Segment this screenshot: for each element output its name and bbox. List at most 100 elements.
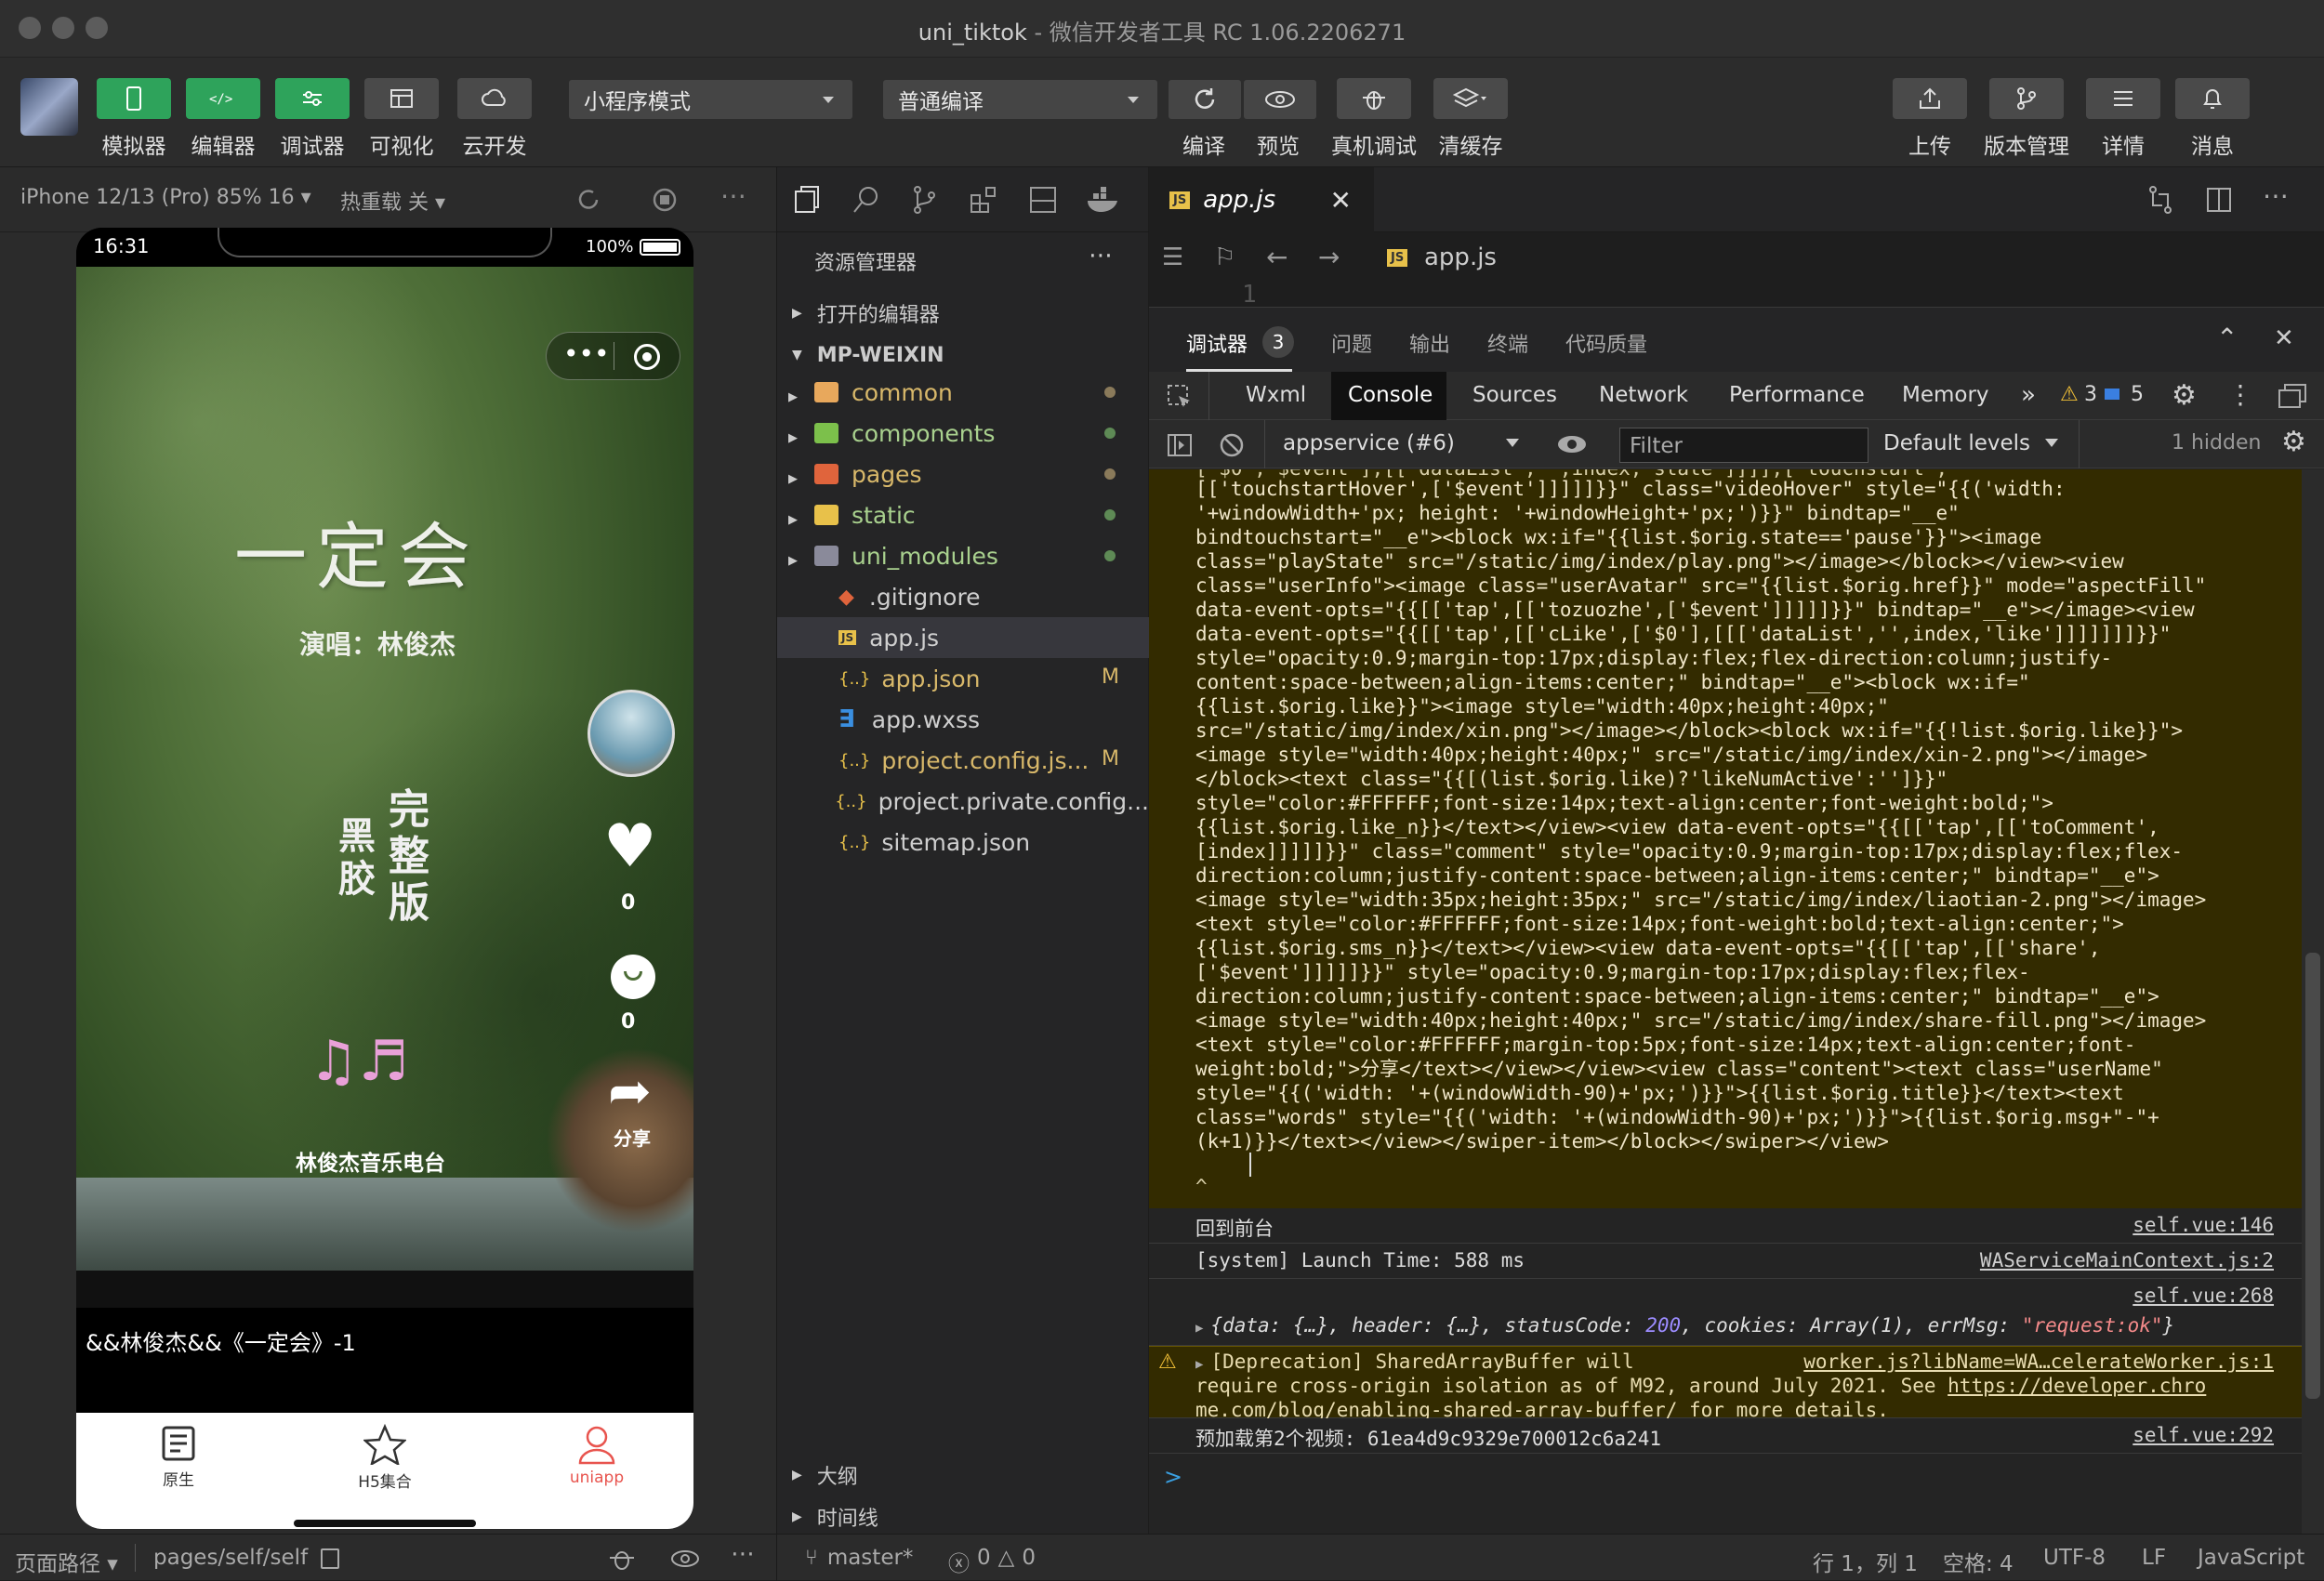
- undock-icon[interactable]: [2278, 383, 2309, 411]
- inspect-icon[interactable]: [1166, 383, 1194, 411]
- root-folder-section[interactable]: ▼ MP-WEIXIN: [792, 335, 944, 375]
- bookmark-icon[interactable]: ⚐: [1214, 244, 1235, 271]
- warning-text-1[interactable]: ▶ [Deprecation] SharedArrayBuffer will: [1195, 1350, 1634, 1373]
- file-tree-item[interactable]: ◆ .gitignore: [777, 576, 1149, 617]
- file-tree-item[interactable]: ▶ pages: [777, 454, 1149, 494]
- docker-icon[interactable]: [1086, 184, 1123, 216]
- context-select[interactable]: appservice (#6): [1283, 431, 1455, 455]
- panel-tab-code-quality[interactable]: 代码质量: [1565, 328, 1647, 358]
- explorer-more-icon[interactable]: ⋯: [1089, 242, 1113, 270]
- details-button[interactable]: [2086, 78, 2160, 119]
- outline-section[interactable]: ▶ 大纲: [792, 1455, 858, 1495]
- open-editors-section[interactable]: ▶ 打开的编辑器: [792, 293, 940, 334]
- close-panel-icon[interactable]: ✕: [2274, 324, 2294, 352]
- file-tree-item[interactable]: ▶ components: [777, 413, 1149, 454]
- devtab-console[interactable]: Console: [1348, 383, 1433, 407]
- video-screen[interactable]: ••• 一定会 演唱：林俊杰 完整版 黑胶 ♫♬ 林俊杰音乐电台 ♥ 0 0 ➦…: [76, 267, 693, 1308]
- tab-native[interactable]: 原生: [151, 1424, 206, 1490]
- problems-indicator[interactable]: ⓧ 0 △ 0: [948, 1546, 1036, 1577]
- devtab-memory[interactable]: Memory: [1902, 383, 1989, 407]
- panel-tab-problems[interactable]: 问题: [1331, 328, 1372, 358]
- source-control-icon[interactable]: [909, 184, 941, 216]
- eye-icon[interactable]: [669, 1548, 701, 1570]
- clear-console-icon[interactable]: [1218, 431, 1246, 459]
- kebab-menu-icon[interactable]: ⋮: [2227, 379, 2253, 410]
- devtab-wxml[interactable]: Wxml: [1246, 383, 1306, 407]
- comment-icon[interactable]: [611, 955, 655, 999]
- expand-triangle-icon[interactable]: ▶: [1195, 1321, 1203, 1336]
- compile-button[interactable]: [1169, 80, 1241, 119]
- language-mode[interactable]: JavaScript: [2198, 1546, 2304, 1570]
- compile-select[interactable]: 普通编译: [883, 80, 1157, 119]
- timeline-section[interactable]: ▶ 时间线: [792, 1496, 878, 1537]
- status-more-icon[interactable]: ⋯: [731, 1540, 755, 1568]
- file-tree-item[interactable]: ▶ uni_modules: [777, 535, 1149, 576]
- log-source-link[interactable]: WAServiceMainContext.js:2: [1980, 1249, 2274, 1271]
- info-count[interactable]: 5: [2131, 383, 2144, 406]
- log-source-link[interactable]: self.vue:146: [2133, 1214, 2274, 1236]
- clear-cache-button[interactable]: [1433, 78, 1508, 119]
- copy-icon[interactable]: [321, 1548, 339, 1569]
- docs-link[interactable]: https://developer.chro: [1948, 1375, 2206, 1397]
- live-expression-eye-icon[interactable]: [1556, 433, 1588, 455]
- author-avatar[interactable]: [588, 690, 675, 777]
- tab-app-js[interactable]: JS app.js ✕: [1149, 167, 1374, 232]
- file-tree-item[interactable]: ∃ app.wxss: [777, 699, 1149, 740]
- rotate-icon[interactable]: [574, 186, 602, 214]
- console-prompt[interactable]: >: [1164, 1464, 1182, 1490]
- debugger-button[interactable]: [275, 78, 350, 119]
- devtab-sources[interactable]: Sources: [1472, 383, 1557, 407]
- device-select[interactable]: iPhone 12/13 (Pro) 85% 16 ▾: [20, 186, 311, 209]
- panel-tab-debugger[interactable]: 调试器: [1186, 328, 1248, 358]
- file-tree-item[interactable]: {..} project.config.js... M: [777, 740, 1149, 781]
- indentation[interactable]: 空格: 4: [1943, 1546, 2014, 1577]
- visual-button[interactable]: [364, 78, 439, 119]
- encoding[interactable]: UTF-8: [2043, 1546, 2106, 1570]
- simulator-button[interactable]: [97, 78, 171, 119]
- git-branch[interactable]: ⑂ master*: [805, 1546, 913, 1570]
- console-scrollbar[interactable]: [2302, 469, 2324, 1534]
- files-icon[interactable]: [792, 184, 824, 216]
- devtab-performance[interactable]: Performance: [1729, 383, 1865, 407]
- editor-more-icon[interactable]: ⋯: [2263, 180, 2289, 211]
- search-icon[interactable]: [852, 184, 883, 216]
- cloud-dev-button[interactable]: [457, 78, 532, 119]
- filter-input[interactable]: Filter: [1619, 428, 1868, 463]
- back-arrow-icon[interactable]: ←: [1266, 242, 1287, 272]
- version-button[interactable]: [1989, 78, 2064, 119]
- panel-tab-terminal[interactable]: 终端: [1487, 328, 1528, 358]
- avatar[interactable]: [20, 78, 78, 136]
- log-object[interactable]: ▶ {data: {…}, header: {…}, statusCode: 20…: [1195, 1314, 2174, 1337]
- console-settings-gear-icon[interactable]: ⚙: [2281, 426, 2306, 458]
- log-source-link[interactable]: self.vue:292: [2133, 1424, 2274, 1446]
- bug-icon[interactable]: [606, 1544, 638, 1574]
- hot-reload-select[interactable]: 热重载 关 ▾: [340, 186, 445, 216]
- forward-arrow-icon[interactable]: →: [1318, 242, 1340, 272]
- editor-button[interactable]: </>: [186, 78, 260, 119]
- more-tabs-icon[interactable]: »: [2021, 381, 2036, 409]
- file-tree-item[interactable]: {..} app.json M: [777, 658, 1149, 699]
- more-icon[interactable]: ⋯: [720, 180, 746, 211]
- file-tree-item[interactable]: ▶ static: [777, 494, 1149, 535]
- panel-tab-output[interactable]: 输出: [1409, 328, 1450, 358]
- close-miniprogram-icon[interactable]: [634, 344, 660, 370]
- devtab-network[interactable]: Network: [1599, 383, 1688, 407]
- chevron-up-icon[interactable]: ⌃: [2216, 323, 2238, 353]
- file-tree-item[interactable]: {..} sitemap.json: [777, 822, 1149, 863]
- more-dots-icon[interactable]: •••: [563, 338, 610, 369]
- capsule-menu[interactable]: •••: [546, 332, 680, 380]
- levels-select[interactable]: Default levels: [1883, 431, 2030, 455]
- tab-h5[interactable]: H5集合: [338, 1423, 431, 1492]
- file-tree-item[interactable]: {..} project.private.config...: [777, 781, 1149, 822]
- share-icon[interactable]: ➦: [608, 1066, 652, 1118]
- heart-icon[interactable]: ♥: [603, 817, 656, 876]
- log-source-link[interactable]: self.vue:268: [2133, 1285, 2274, 1307]
- messages-button[interactable]: [2175, 78, 2250, 119]
- extensions-icon[interactable]: [969, 184, 1000, 216]
- compare-icon[interactable]: [2146, 184, 2177, 216]
- storage-icon[interactable]: [1028, 184, 1060, 216]
- split-editor-icon[interactable]: [2205, 186, 2233, 214]
- settings-gear-icon[interactable]: ⚙: [2172, 379, 2197, 412]
- file-tree-item[interactable]: JS app.js: [777, 617, 1149, 658]
- sidebar-toggle-icon[interactable]: [1166, 431, 1194, 459]
